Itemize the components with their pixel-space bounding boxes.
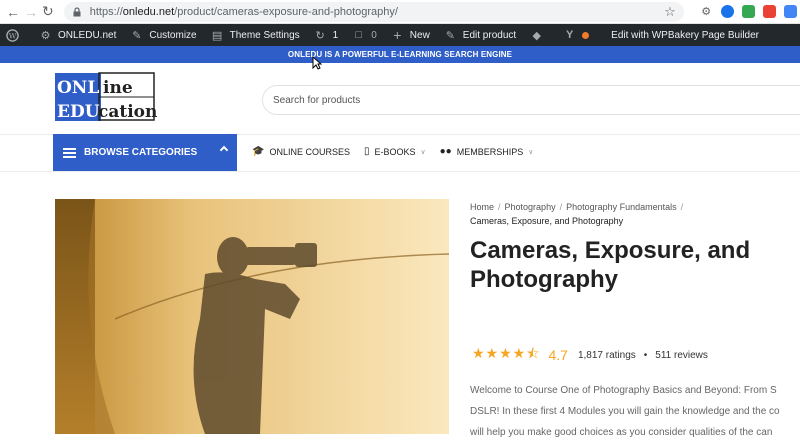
svg-text:ONL: ONL (57, 78, 99, 98)
svg-text:ine: ine (103, 78, 133, 98)
edit-product-link[interactable]: ✎ Edit product (444, 29, 516, 42)
svg-text:W: W (9, 31, 17, 40)
nav-divider (0, 171, 800, 172)
address-bar[interactable]: https://onledu.net/product/cameras-expos… (63, 1, 684, 22)
wordpress-icon: W (6, 28, 19, 42)
yoast-icon: Y (566, 29, 574, 41)
photographer-shadow-image (55, 199, 449, 434)
plus-icon: + (393, 27, 402, 43)
menu-label: E-BOOKS (374, 146, 416, 157)
extension-green-icon[interactable] (741, 5, 755, 18)
url-text: https://onledu.net/product/cameras-expos… (89, 5, 398, 18)
chevron-up-icon (219, 145, 229, 155)
site-name-label: ONLEDU.net (58, 29, 117, 41)
folder-icon: ▤ (211, 29, 223, 42)
new-content-link[interactable]: + New (391, 27, 430, 43)
yoast-icon-button[interactable]: Y (563, 29, 597, 42)
search-input[interactable]: Search for products (262, 85, 800, 115)
forward-icon[interactable]: → (24, 3, 38, 21)
extension-red-icon[interactable] (762, 5, 776, 18)
mouse-cursor-icon (312, 56, 322, 70)
bullet-separator: • (643, 349, 648, 361)
extension-s-icon[interactable] (720, 5, 734, 18)
updates-icon: ↻ (315, 29, 325, 42)
theme-settings-label: Theme Settings (229, 29, 300, 41)
svg-text:EDU: EDU (57, 102, 100, 122)
main-menu: 🎓 ONLINE COURSES ▯ E-BOOKS ∨ ●● MEMBERSH… (252, 146, 533, 157)
brush-icon: ✎ (132, 29, 142, 42)
wordpress-logo-button[interactable]: W (6, 28, 25, 42)
graduation-cap-icon: 🎓 (252, 146, 265, 157)
description-line: Welcome to Course One of Photography Bas… (470, 385, 777, 396)
extension-puzzle-icon[interactable]: ⚙ (699, 5, 713, 18)
wpbakery-link[interactable]: Edit with WPBakery Page Builder (611, 30, 759, 41)
wpbakery-label: Edit with WPBakery Page Builder (611, 29, 760, 41)
star-rating-icons: ★★★★⯪ (472, 345, 541, 361)
extensions: ⚙ (699, 5, 797, 18)
tablet-icon: ▯ (363, 146, 370, 157)
rating-score: 4.7 (548, 347, 568, 363)
wp-admin-bar: W ⚙ ONLEDU.net ✎ Customize ▤ Theme Setti… (0, 24, 800, 46)
diamond-icon: ◆ (532, 29, 541, 42)
dashboard-icon: ⚙ (40, 29, 51, 42)
menu-icon (63, 147, 76, 158)
browse-categories-label: BROWSE CATEGORIES (84, 147, 198, 158)
wpml-icon-button[interactable]: ◆ (530, 29, 549, 42)
ratings-count: 1,817 ratings (577, 349, 636, 361)
page-title: Cameras, Exposure, and Photography (470, 237, 751, 293)
menu-label: MEMBERSHIPS (456, 146, 524, 157)
breadcrumb-current: Cameras, Exposure, and Photography (470, 216, 624, 226)
menu-label: ONLINE COURSES (269, 146, 350, 157)
customize-label: Customize (149, 29, 197, 41)
reviews-count[interactable]: 511 reviews (655, 350, 708, 361)
breadcrumb-separator: / (498, 202, 501, 212)
breadcrumb-separator: / (559, 202, 563, 212)
site-logo[interactable]: ONL ine EDU cation (55, 71, 157, 128)
breadcrumb-fundamentals-link[interactable]: Photography Fundamentals (566, 202, 677, 212)
comments-count: 0 (371, 29, 377, 41)
chevron-down-icon: ∨ (528, 148, 534, 156)
breadcrumb-separator: / (680, 202, 684, 212)
svg-text:cation: cation (98, 102, 157, 122)
breadcrumb-photography-link[interactable]: Photography (505, 202, 556, 212)
edit-product-label: Edit product (462, 29, 517, 41)
updates-link[interactable]: ↻ 1 (314, 29, 339, 42)
browse-categories-button[interactable]: BROWSE CATEGORIES (53, 134, 237, 171)
updates-count: 1 (332, 29, 339, 41)
customize-link[interactable]: ✎ Customize (130, 29, 196, 42)
description-line: DSLR! In these first 4 Modules you will … (470, 406, 780, 417)
description-line: will help you make good choices as you c… (470, 427, 773, 438)
breadcrumb-home-link[interactable]: Home (470, 202, 494, 212)
onledu-logo: ONL ine EDU cation (55, 72, 157, 122)
menu-item-online-courses[interactable]: 🎓 ONLINE COURSES (252, 146, 350, 157)
browser-toolbar: ← → ↻ https://onledu.net/product/cameras… (0, 0, 800, 24)
menu-item-e-books[interactable]: ▯ E-BOOKS ∨ (364, 146, 426, 157)
chevron-down-icon: ∨ (420, 148, 426, 156)
comment-icon: □ (355, 29, 363, 41)
product-rating: ★★★★⯪ 4.7 1,817 ratings • 511 reviews (472, 343, 708, 367)
pencil-icon: ✎ (445, 29, 455, 42)
product-image[interactable] (55, 199, 449, 434)
site-name-link[interactable]: ⚙ ONLEDU.net (39, 29, 117, 42)
theme-settings-link[interactable]: ▤ Theme Settings (211, 29, 300, 42)
reload-icon[interactable]: ↻ (42, 3, 54, 21)
new-label: New (409, 29, 430, 41)
yoast-status-dot (582, 31, 590, 39)
comments-link[interactable]: □ 0 (352, 29, 377, 42)
menu-item-memberships[interactable]: ●● MEMBERSHIPS ∨ (440, 146, 534, 157)
users-icon: ●● (439, 146, 452, 157)
search-placeholder: Search for products (273, 94, 361, 106)
back-icon[interactable]: ← (6, 3, 20, 21)
announcement-bar: ONLEDU IS A POWERFUL E-LEARNING SEARCH E… (0, 46, 800, 63)
lock-icon (73, 6, 81, 16)
breadcrumb: Home / Photography / Photography Fundamental… (470, 200, 687, 228)
extension-blue-icon[interactable] (783, 5, 797, 18)
bookmark-star-icon[interactable]: ☆ (664, 4, 676, 20)
